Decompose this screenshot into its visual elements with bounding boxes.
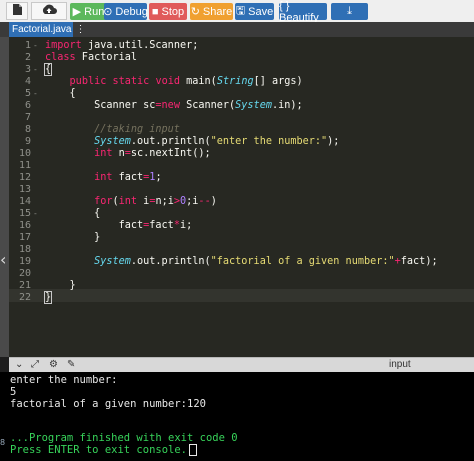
code-line: class Factorial — [45, 52, 138, 63]
download-icon: ⤓ — [347, 5, 352, 17]
line-number: 22 — [18, 292, 31, 303]
clear-icon[interactable]: ✎ — [67, 359, 75, 370]
line-number: 2 — [24, 52, 31, 63]
beautify-label: { } Beautify — [279, 0, 319, 24]
tab-factorial-java[interactable]: Factorial.java ⋮ — [9, 22, 85, 37]
play-icon: ▶ — [72, 6, 82, 18]
upload-button[interactable] — [31, 2, 67, 20]
code-editor[interactable]: 1 2 3 4 5 6 7 8 9 10 11 12 13 14 15 16 1… — [9, 37, 474, 357]
code-line: fact=fact*i; — [45, 220, 193, 231]
console-input-label: input — [389, 359, 411, 370]
code-line: System.out.println("factorial of a given… — [94, 256, 438, 267]
tab-filename: Factorial.java — [12, 24, 72, 35]
share-button[interactable]: ↻ Share — [190, 3, 233, 20]
stop-icon: ■ — [151, 5, 159, 18]
share-label: Share — [202, 5, 233, 18]
line-number: 20 — [18, 268, 31, 279]
code-line: for(int i=n;i>0;i--) — [94, 196, 217, 207]
stop-label: Stop — [161, 5, 185, 18]
code-line: int fact=1; — [94, 172, 162, 183]
fold-marker-icon[interactable]: - — [33, 88, 38, 100]
console-line: 5 — [10, 386, 17, 398]
line-number: 14 — [18, 196, 31, 207]
line-number: 3 — [24, 64, 31, 75]
code-line: //taking input — [94, 124, 180, 135]
toolbar: ▶ Run ⊙ Debug ■ Stop ↻ Share 🖫 Save { } … — [0, 0, 474, 24]
active-line-highlight — [9, 289, 474, 302]
line-number: 16 — [18, 220, 31, 231]
code-line: } — [45, 232, 101, 243]
tab-menu-icon[interactable]: ⋮ — [75, 24, 85, 35]
code-line: System.out.println("enter the number:"); — [94, 136, 340, 147]
upload-icon — [41, 4, 57, 18]
stop-button[interactable]: ■ Stop — [149, 3, 187, 20]
code-line: import java.util.Scanner; — [45, 40, 199, 51]
save-label: Save — [248, 5, 274, 18]
line-number: 4 — [24, 76, 31, 87]
code-line: int n=sc.nextInt(); — [94, 148, 211, 159]
line-number: 8 — [24, 124, 31, 135]
line-number: 13 — [18, 184, 31, 195]
line-number: 7 — [24, 112, 31, 123]
line-number: 21 — [18, 280, 31, 291]
line-number: 5 — [24, 88, 31, 99]
line-number: 19 — [18, 256, 31, 267]
line-number: 9 — [24, 136, 31, 147]
exit-message: ...Program finished with exit code 0 — [10, 432, 238, 444]
line-number: 15 — [18, 208, 31, 219]
tab-bar: Factorial.java ⋮ — [0, 22, 474, 37]
console-toolbar: ⌄ ⤢ ⚙ ✎ input — [9, 357, 474, 373]
expand-icon[interactable]: ⤢ — [31, 359, 39, 370]
line-number: 6 — [24, 100, 31, 111]
console-line: factorial of a given number:120 — [10, 398, 206, 410]
run-button[interactable]: ▶ Run — [70, 3, 107, 20]
share-icon: ↻ — [190, 6, 200, 18]
line-number: 17 — [18, 232, 31, 243]
console-cursor — [189, 444, 198, 456]
left-panel-edge — [0, 37, 9, 357]
line-number: 10 — [18, 148, 31, 159]
side-label: 8 — [0, 438, 6, 447]
file-icon — [12, 4, 22, 18]
run-label: Run — [84, 5, 105, 18]
save-button[interactable]: 🖫 Save — [235, 3, 274, 20]
press-enter-text: Press ENTER to exit console. — [10, 444, 188, 456]
line-number: 12 — [18, 172, 31, 183]
code-line: public static void main(String[] args) — [69, 76, 303, 87]
download-button[interactable]: ⤓ — [331, 3, 368, 20]
fold-marker-icon[interactable]: - — [33, 208, 38, 220]
debug-icon: ⊙ — [103, 6, 113, 18]
save-icon: 🖫 — [235, 5, 246, 17]
console-output[interactable]: enter the number: 5 factorial of a given… — [0, 372, 474, 461]
collapse-arrow-icon[interactable]: ‹ — [0, 250, 6, 269]
line-number: 1 — [24, 40, 31, 51]
gear-icon[interactable]: ⚙ — [49, 359, 58, 370]
debug-button[interactable]: ⊙ Debug — [103, 3, 148, 20]
code-line: } — [43, 291, 53, 304]
press-enter-message: Press ENTER to exit console. — [10, 444, 198, 456]
new-file-button[interactable] — [6, 2, 28, 20]
code-line: { — [45, 88, 76, 99]
fold-marker-icon[interactable]: - — [33, 40, 38, 52]
code-line: } — [45, 280, 76, 291]
fold-marker-icon[interactable]: - — [33, 64, 38, 76]
line-number: 18 — [18, 244, 31, 255]
code-line: Scanner sc=new Scanner(System.in); — [45, 100, 303, 111]
console-line: enter the number: — [10, 374, 118, 386]
code-line: { — [43, 63, 53, 76]
beautify-button[interactable]: { } Beautify — [279, 0, 327, 24]
chevron-down-icon[interactable]: ⌄ — [15, 359, 23, 370]
debug-label: Debug — [115, 5, 148, 18]
code-line: { — [45, 208, 101, 219]
line-number: 11 — [18, 160, 31, 171]
